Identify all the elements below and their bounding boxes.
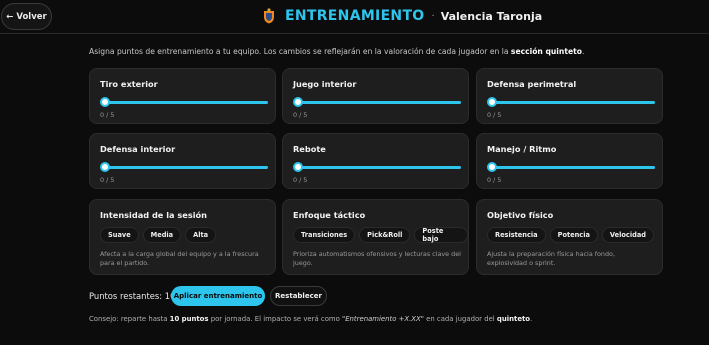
chip-resistencia[interactable]: Resistencia <box>487 227 546 243</box>
slider-thumb[interactable] <box>293 97 303 107</box>
apply-training-button[interactable]: Aplicar entrenamiento <box>171 286 265 306</box>
intro-end: . <box>581 47 585 56</box>
option-description: Ajusta la preparación física hacia fondo… <box>487 250 615 267</box>
option-card-enfoque: Enfoque táctico Transiciones Pick&Roll P… <box>282 199 469 275</box>
chip-velocidad[interactable]: Velocidad <box>601 227 654 243</box>
chip-suave[interactable]: Suave <box>100 227 139 243</box>
slider-value: 0 / 5 <box>293 176 308 184</box>
slider-card-defensa-perimetral: Defensa perimetral 0 / 5 <box>476 68 663 124</box>
option-card-intensidad: Intensidad de la sesión Suave Media Alta… <box>89 199 276 275</box>
remaining-points: Puntos restantes: 10 <box>89 291 176 301</box>
title-separator: · <box>431 10 435 22</box>
slider-label: Rebote <box>293 144 326 154</box>
page-title: ENTRENAMIENTO <box>285 8 425 24</box>
slider-track[interactable] <box>489 166 655 169</box>
chip-transiciones[interactable]: Transiciones <box>293 227 356 243</box>
slider-label: Juego interior <box>293 79 357 89</box>
tip-start: Consejo: reparte hasta <box>89 315 170 323</box>
tip-end: . <box>530 315 533 323</box>
tip-points: 10 puntos <box>169 315 209 323</box>
option-label: Intensidad de la sesión <box>100 210 207 220</box>
tip-quinteto: quinteto <box>496 315 531 323</box>
slider-thumb[interactable] <box>487 162 497 172</box>
slider-track[interactable] <box>489 101 655 104</box>
slider-card-manejo-ritmo: Manejo / Ritmo 0 / 5 <box>476 133 663 189</box>
slider-card-rebote: Rebote 0 / 5 <box>282 133 469 189</box>
chip-group: Resistencia Potencia Velocidad <box>487 227 654 243</box>
slider-track[interactable] <box>102 166 268 169</box>
option-description: Prioriza automatismos ofensivos y lectur… <box>293 250 461 267</box>
intro-link-quinteto: sección quinteto <box>510 47 582 56</box>
slider-thumb[interactable] <box>293 162 303 172</box>
option-label: Enfoque táctico <box>293 210 366 220</box>
back-button[interactable]: ← Volver <box>1 3 52 30</box>
slider-track[interactable] <box>295 166 461 169</box>
team-name: Valencia Taronja <box>440 9 543 23</box>
tip-text: Consejo: reparte hasta 10 puntos por jor… <box>89 315 532 323</box>
slider-label: Defensa interior <box>100 144 176 154</box>
option-label: Objetivo físico <box>487 210 554 220</box>
tip-mid: por jornada. El impacto se verá como <box>208 315 343 323</box>
slider-card-tiro-exterior: Tiro exterior 0 / 5 <box>89 68 276 124</box>
reset-button[interactable]: Restablecer <box>270 286 327 306</box>
chip-alta[interactable]: Alta <box>185 227 217 243</box>
slider-value: 0 / 5 <box>487 111 502 119</box>
option-description: Afecta a la carga global del equipo y a … <box>100 250 259 267</box>
team-logo-icon <box>264 8 274 24</box>
slider-value: 0 / 5 <box>100 176 115 184</box>
slider-value: 0 / 5 <box>100 111 115 119</box>
chip-pick-roll[interactable]: Pick&Roll <box>359 227 411 243</box>
chip-media[interactable]: Media <box>142 227 182 243</box>
chip-group: Transiciones Pick&Roll Poste bajo <box>293 227 468 243</box>
slider-card-juego-interior: Juego interior 0 / 5 <box>282 68 469 124</box>
intro-body: Asigna puntos de entrenamiento a tu equi… <box>89 47 511 56</box>
slider-label: Defensa perimetral <box>487 79 577 89</box>
slider-label: Tiro exterior <box>100 79 158 89</box>
slider-track[interactable] <box>102 101 268 104</box>
option-card-objetivo: Objetivo físico Resistencia Potencia Vel… <box>476 199 663 275</box>
slider-thumb[interactable] <box>100 97 110 107</box>
page-header: ENTRENAMIENTO · Valencia Taronja <box>263 6 542 26</box>
slider-track[interactable] <box>295 101 461 104</box>
tip-format: "Entrenamiento +X.XX" <box>342 315 424 323</box>
slider-thumb[interactable] <box>100 162 110 172</box>
slider-value: 0 / 5 <box>293 111 308 119</box>
chip-group: Suave Media Alta <box>100 227 217 243</box>
chip-poste-bajo[interactable]: Poste bajo <box>414 227 468 243</box>
slider-value: 0 / 5 <box>487 176 502 184</box>
intro-text: Asigna puntos de entrenamiento a tu equi… <box>89 47 584 56</box>
tip-mid2: en cada jugador del <box>423 315 497 323</box>
slider-label: Manejo / Ritmo <box>487 144 557 154</box>
slider-card-defensa-interior: Defensa interior 0 / 5 <box>89 133 276 189</box>
top-bar: ← Volver ENTRENAMIENTO · Valencia Taronj… <box>0 0 709 34</box>
slider-thumb[interactable] <box>487 97 497 107</box>
chip-potencia[interactable]: Potencia <box>549 227 598 243</box>
